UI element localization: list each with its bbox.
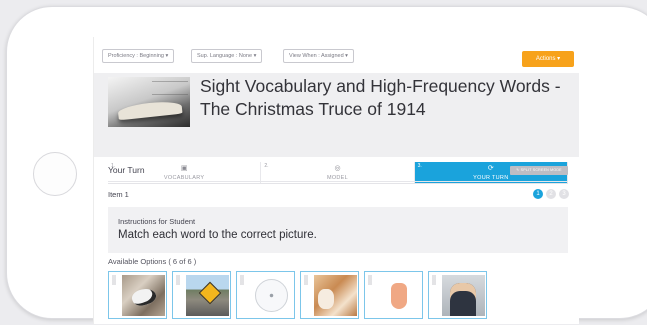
option-card[interactable] bbox=[108, 271, 167, 319]
divider bbox=[108, 181, 568, 182]
item-title: Item 1 bbox=[108, 190, 129, 199]
option-picture bbox=[186, 275, 229, 316]
option-card[interactable] bbox=[172, 271, 231, 319]
drag-handle-icon[interactable] bbox=[240, 275, 244, 285]
option-card[interactable] bbox=[364, 271, 423, 319]
drag-handle-icon[interactable] bbox=[176, 275, 180, 285]
option-card[interactable] bbox=[428, 271, 487, 319]
instructions-body: Match each word to the correct picture. bbox=[118, 229, 317, 241]
options-title: Available Options ( 6 of 6 ) bbox=[108, 257, 197, 266]
filter-bar: Proficiency : Beginning ▾ Sup. Language … bbox=[94, 37, 579, 73]
page-dot-3[interactable]: 3 bbox=[559, 189, 569, 199]
options-list bbox=[108, 271, 487, 319]
drag-handle-icon[interactable] bbox=[368, 275, 372, 285]
drag-handle-icon[interactable] bbox=[304, 275, 308, 285]
home-button[interactable] bbox=[33, 152, 77, 196]
drag-handle-icon[interactable] bbox=[112, 275, 116, 285]
option-picture bbox=[378, 275, 421, 316]
actions-button[interactable]: Actions ▾ bbox=[522, 51, 574, 67]
open-book-image bbox=[117, 99, 183, 121]
lesson-thumbnail bbox=[108, 77, 190, 127]
option-picture bbox=[314, 275, 357, 316]
option-card[interactable] bbox=[236, 271, 295, 319]
page-dot-2[interactable]: 2 bbox=[546, 189, 556, 199]
instructions-heading: Instructions for Student bbox=[118, 217, 196, 226]
option-picture bbox=[442, 275, 485, 316]
drag-handle-icon[interactable] bbox=[432, 275, 436, 285]
view-when-dropdown[interactable]: View When : Assigned ▾ bbox=[283, 49, 354, 63]
proficiency-dropdown[interactable]: Proficiency : Beginning ▾ bbox=[102, 49, 175, 63]
option-picture bbox=[122, 275, 165, 316]
item-pager: 1 2 3 bbox=[533, 189, 569, 199]
page-dot-1[interactable]: 1 bbox=[533, 189, 543, 199]
option-card[interactable] bbox=[300, 271, 359, 319]
instructions-panel: Instructions for Student Match each word… bbox=[108, 207, 568, 253]
lesson-header: Sight Vocabulary and High-Frequency Word… bbox=[94, 73, 579, 184]
tab-model[interactable]: 2. ◎ MODEL bbox=[261, 162, 415, 183]
option-picture bbox=[250, 275, 293, 316]
section-title: Your Turn bbox=[108, 165, 145, 175]
thumbnail-title-lines bbox=[152, 81, 188, 95]
split-screen-button[interactable]: ✎ SPLIT SCREEN MODE bbox=[510, 166, 568, 175]
tablet-frame: Proficiency : Beginning ▾ Sup. Language … bbox=[6, 6, 647, 324]
model-icon: ◎ bbox=[334, 165, 341, 172]
sup-language-dropdown[interactable]: Sup. Language : None ▾ bbox=[191, 49, 263, 63]
app-screen: Proficiency : Beginning ▾ Sup. Language … bbox=[93, 37, 579, 324]
lesson-title: Sight Vocabulary and High-Frequency Word… bbox=[200, 76, 561, 119]
